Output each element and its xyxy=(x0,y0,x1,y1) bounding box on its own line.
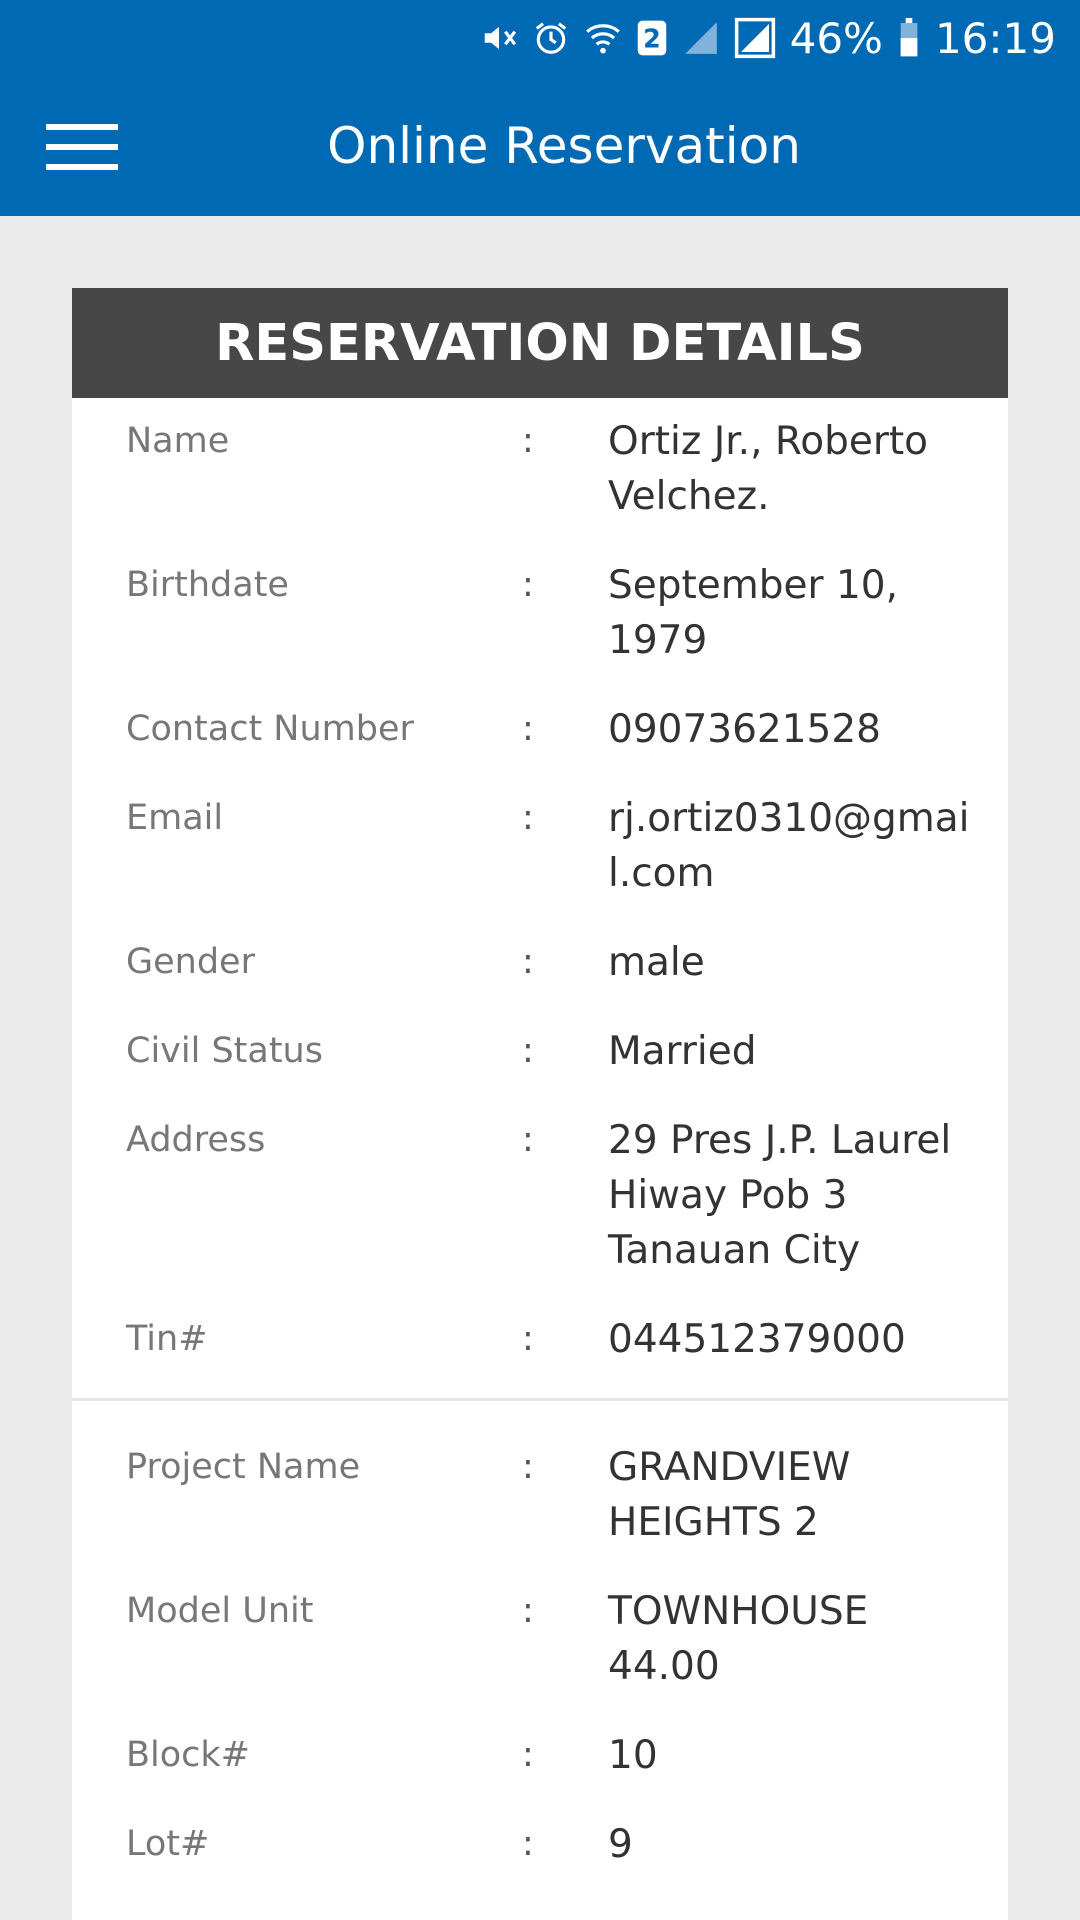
card-title: RESERVATION DETAILS xyxy=(72,288,1008,398)
status-bar: 2 46% 16:19 xyxy=(0,0,1080,76)
detail-label: Name xyxy=(126,421,230,461)
detail-label: Model Unit xyxy=(126,1591,314,1631)
detail-separator: : xyxy=(522,421,534,461)
detail-value: 09073621528 xyxy=(608,707,881,752)
detail-separator: : xyxy=(522,709,534,749)
detail-value: male xyxy=(608,940,705,985)
detail-value: 29 Pres J.P. Laurel Hiway Pob 3 Tanauan … xyxy=(608,1118,952,1273)
app-bar: Online Reservation xyxy=(0,76,1080,216)
detail-value: TOWNHOUSE 44.00 xyxy=(608,1589,869,1689)
svg-text:2: 2 xyxy=(643,24,661,54)
detail-label: Project Name xyxy=(126,1447,361,1487)
clock: 16:19 xyxy=(934,13,1056,63)
signal-icon xyxy=(684,22,717,54)
reservation-details-card: RESERVATION DETAILS Name : Ortiz Jr., Ro… xyxy=(72,288,1008,1920)
detail-label: Tin# xyxy=(126,1319,208,1359)
sim-2-icon: 2 xyxy=(637,20,666,56)
detail-value: September 10, 1979 xyxy=(608,563,898,663)
battery-percent: 46% xyxy=(789,13,883,63)
detail-separator: : xyxy=(522,565,534,605)
detail-label: Email xyxy=(126,798,224,838)
detail-value: 9 xyxy=(608,1822,633,1867)
signal-box-icon xyxy=(734,17,775,59)
detail-value: GRANDVIEW HEIGHTS 2 xyxy=(608,1445,851,1545)
detail-separator: : xyxy=(522,798,534,838)
detail-label: Civil Status xyxy=(126,1031,323,1071)
detail-separator: : xyxy=(522,1031,534,1071)
mute-icon xyxy=(484,26,516,50)
detail-separator: : xyxy=(522,1120,534,1160)
detail-label: Birthdate xyxy=(126,565,289,605)
detail-label: Block# xyxy=(126,1735,250,1775)
detail-separator: : xyxy=(522,1591,534,1631)
personal-details-section: Name : Ortiz Jr., Roberto Velchez. Birth… xyxy=(72,398,1008,1398)
detail-separator: : xyxy=(522,1824,534,1864)
app-title: Online Reservation xyxy=(327,117,801,175)
status-icons: 2 46% 16:19 xyxy=(480,0,1056,76)
detail-separator: : xyxy=(522,1447,534,1487)
detail-value: 044512379000 xyxy=(608,1317,906,1362)
battery-icon xyxy=(900,18,918,57)
detail-separator: : xyxy=(522,942,534,982)
detail-value: Ortiz Jr., Roberto Velchez. xyxy=(608,419,929,519)
detail-value: rj.ortiz0310@gmail.com xyxy=(608,796,970,896)
property-details-section: Project Name : GRANDVIEW HEIGHTS 2 Model… xyxy=(72,1401,1008,1901)
detail-separator: : xyxy=(522,1735,534,1775)
detail-label: Address xyxy=(126,1120,266,1160)
detail-label: Contact Number xyxy=(126,709,414,749)
detail-value: Married xyxy=(608,1029,757,1074)
detail-label: Gender xyxy=(126,942,255,982)
wifi-icon xyxy=(585,24,620,54)
detail-label: Lot# xyxy=(126,1824,210,1864)
alarm-icon xyxy=(535,22,566,54)
detail-value: 10 xyxy=(608,1733,658,1778)
detail-separator: : xyxy=(522,1319,534,1359)
